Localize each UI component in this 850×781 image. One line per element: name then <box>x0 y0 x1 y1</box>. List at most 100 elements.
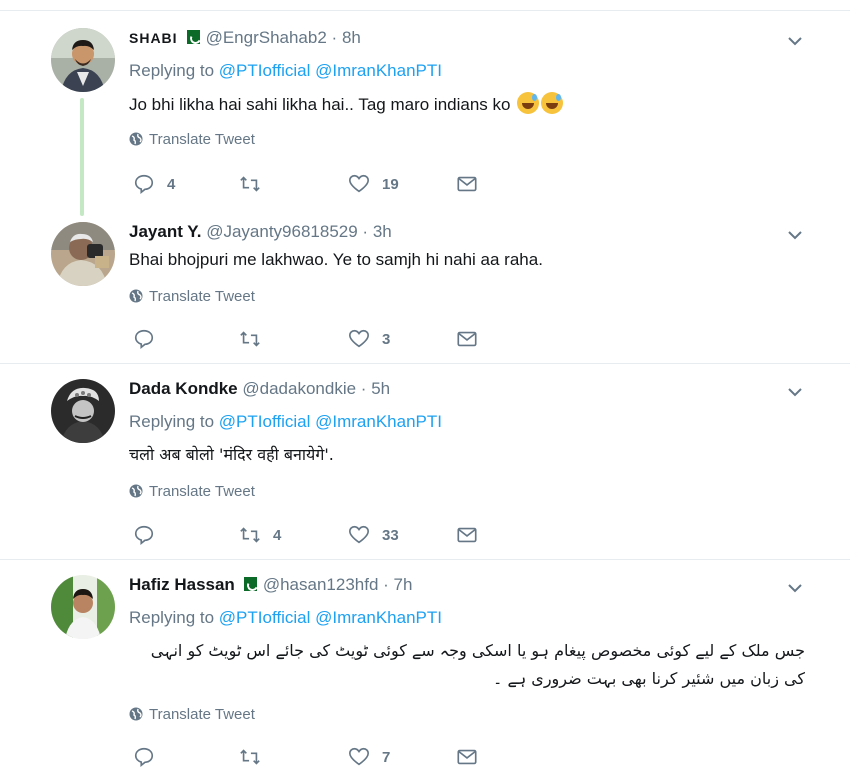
avatar[interactable] <box>51 222 115 286</box>
tweet-text: Jo bhi likha hai sahi likha hai.. Tag ma… <box>129 92 564 115</box>
heart-icon <box>349 174 369 193</box>
reply-count: 4 <box>167 175 176 193</box>
envelope-icon <box>457 749 477 765</box>
retweet-count: 4 <box>273 526 282 544</box>
action-bar: 4 19 <box>129 172 489 196</box>
mention-link[interactable]: @ImranKhanPTI <box>315 608 442 627</box>
mention-link[interactable]: @PTIofficial <box>219 61 311 80</box>
translate-label: Translate Tweet <box>149 288 255 305</box>
translate-tweet-link[interactable]: Translate Tweet <box>129 131 255 148</box>
globe-icon <box>129 132 143 146</box>
reply-icon <box>134 329 154 349</box>
replying-to-label: Replying to <box>129 61 215 80</box>
translate-tweet-link[interactable]: Translate Tweet <box>129 288 255 305</box>
tweet-text-content: चलो अब बोलो 'मंदिर वही बनायेगे'. <box>129 445 334 464</box>
translate-label: Translate Tweet <box>149 131 255 148</box>
tweet-header: Hafiz Hassan @hasan123hfd · 7h <box>129 575 412 595</box>
display-name[interactable]: Dada Kondke <box>129 379 238 398</box>
tweet-text: جس ملک کے لیے کوئی مخصوص پیغام ہو یا اسک… <box>129 637 805 693</box>
tweet-header: Jayant Y. @Jayanty96818529 · 3h <box>129 222 392 242</box>
like-button[interactable]: 3 <box>348 327 390 351</box>
mention-link[interactable]: @ImranKhanPTI <box>315 61 442 80</box>
action-bar: 3 <box>129 327 489 351</box>
reply-icon <box>134 525 154 545</box>
reply-icon <box>134 174 154 194</box>
chevron-down-icon[interactable] <box>785 225 805 245</box>
retweet-icon <box>240 749 260 765</box>
mention-link[interactable]: @ImranKhanPTI <box>315 412 442 431</box>
like-button[interactable]: 33 <box>348 523 399 547</box>
retweet-button[interactable] <box>239 327 273 351</box>
tweet-text: Bhai bhojpuri me lakhwao. Ye to samjh hi… <box>129 250 543 270</box>
heart-icon <box>349 747 369 766</box>
reply-icon <box>134 747 154 767</box>
direct-message-button[interactable] <box>456 523 478 547</box>
reply-button[interactable]: 4 <box>133 172 175 196</box>
chevron-down-icon[interactable] <box>785 31 805 51</box>
like-button[interactable]: 7 <box>348 745 390 769</box>
like-count: 3 <box>382 330 391 348</box>
thread-connector <box>80 98 84 216</box>
separator-dot: · <box>383 575 389 594</box>
user-handle[interactable]: @EngrShahab2 <box>206 28 327 47</box>
separator-dot: · <box>360 379 367 398</box>
chevron-down-icon[interactable] <box>785 382 805 402</box>
user-handle[interactable]: @Jayanty96818529 <box>206 222 357 241</box>
replying-to-label: Replying to <box>129 412 215 431</box>
replying-to-label: Replying to <box>129 608 215 627</box>
tweet-text: चलो अब बोलो 'मंदिर वही बनायेगे'. <box>129 443 334 465</box>
separator-dot: · <box>331 28 338 47</box>
retweet-button[interactable]: 4 <box>239 523 281 547</box>
action-bar: 7 <box>129 745 489 769</box>
timestamp[interactable]: 7h <box>394 575 413 594</box>
reply-button[interactable] <box>133 327 167 351</box>
translate-tweet-link[interactable]: Translate Tweet <box>129 483 255 500</box>
avatar[interactable] <box>51 575 115 639</box>
tweet-divider <box>0 363 850 364</box>
reply-button[interactable] <box>133 745 167 769</box>
display-name[interactable]: SHABI <box>129 30 178 46</box>
display-name[interactable]: Jayant Y. <box>129 222 201 241</box>
mention-link[interactable]: @PTIofficial <box>219 412 311 431</box>
display-name[interactable]: Hafiz Hassan <box>129 575 235 594</box>
replying-to: Replying to @PTIofficial @ImranKhanPTI <box>129 412 442 432</box>
retweet-icon <box>240 331 260 347</box>
separator-dot: · <box>362 222 369 241</box>
tweet-text-content: جس ملک کے لیے کوئی مخصوص پیغام ہو یا اسک… <box>150 641 805 688</box>
direct-message-button[interactable] <box>456 327 478 351</box>
timestamp[interactable]: 8h <box>342 28 361 47</box>
like-button[interactable]: 19 <box>348 172 399 196</box>
timestamp[interactable]: 3h <box>373 222 392 241</box>
avatar[interactable] <box>51 28 115 92</box>
like-count: 33 <box>382 526 399 544</box>
timestamp[interactable]: 5h <box>371 379 390 398</box>
translate-tweet-link[interactable]: Translate Tweet <box>129 706 255 723</box>
retweet-icon <box>240 527 260 543</box>
tweet-text-content: Bhai bhojpuri me lakhwao. Ye to samjh hi… <box>129 250 543 269</box>
globe-icon <box>129 484 143 498</box>
retweet-icon <box>240 176 260 192</box>
chevron-down-icon[interactable] <box>785 578 805 598</box>
translate-label: Translate Tweet <box>149 706 255 723</box>
grinning-sweat-emoji <box>541 92 564 114</box>
tweet-divider <box>0 559 850 560</box>
tweet-header: Dada Kondke @dadakondkie · 5h <box>129 379 390 399</box>
direct-message-button[interactable] <box>456 745 478 769</box>
user-handle[interactable]: @hasan123hfd <box>263 575 379 594</box>
avatar[interactable] <box>51 379 115 443</box>
direct-message-button[interactable] <box>456 172 478 196</box>
top-divider <box>0 10 850 11</box>
globe-icon <box>129 707 143 721</box>
retweet-button[interactable] <box>239 172 273 196</box>
translate-label: Translate Tweet <box>149 483 255 500</box>
globe-icon <box>129 289 143 303</box>
user-handle[interactable]: @dadakondkie <box>242 379 356 398</box>
retweet-button[interactable] <box>239 745 273 769</box>
reply-button[interactable] <box>133 523 167 547</box>
mention-link[interactable]: @PTIofficial <box>219 608 311 627</box>
pakistan-flag-icon <box>238 577 257 591</box>
heart-icon <box>349 525 369 544</box>
replying-to: Replying to @PTIofficial @ImranKhanPTI <box>129 61 442 81</box>
action-bar: 4 33 <box>129 523 489 547</box>
like-count: 7 <box>382 748 391 766</box>
